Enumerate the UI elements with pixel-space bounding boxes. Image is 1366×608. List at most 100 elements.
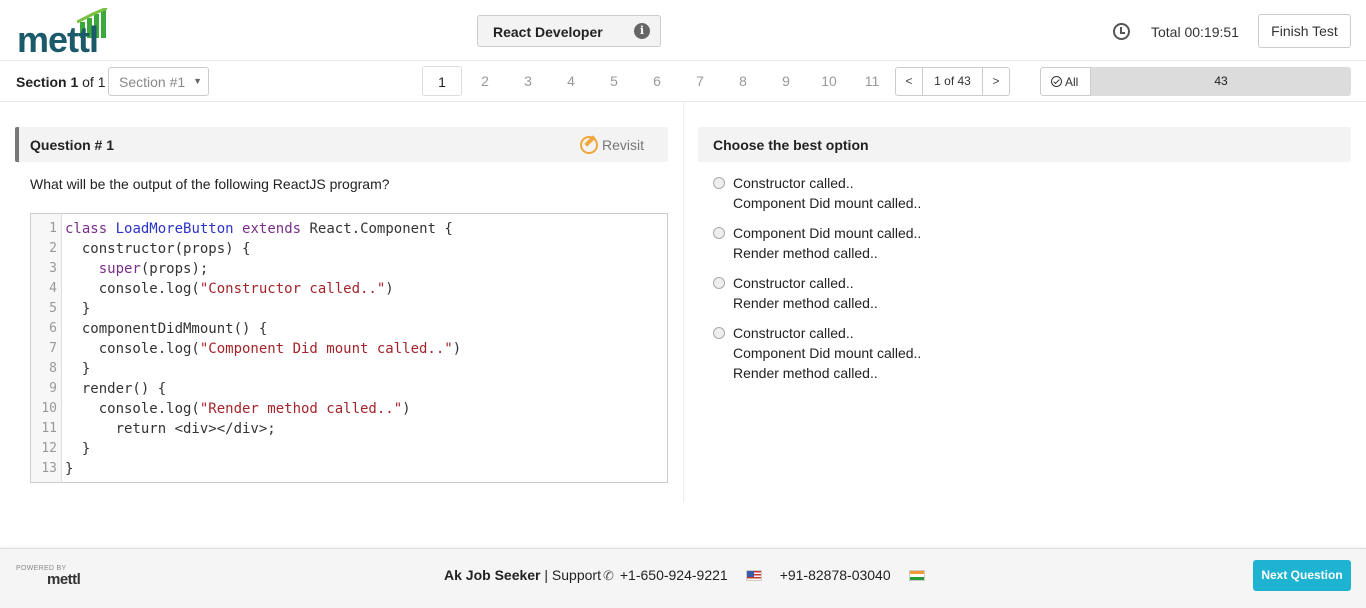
code-line-text: return <div></div>; bbox=[65, 421, 276, 437]
code-line-number: 12 bbox=[41, 441, 57, 456]
question-navbar: Section 1 of 1 Section #1 ▼ 1 2 3 4 5 6 7 8 9 10 1… bbox=[0, 61, 1366, 102]
footer-info: Ak Job Seeker | Support ✆ +1-650-924-9221 +… bbox=[444, 567, 943, 584]
option-line: Constructor called.. bbox=[733, 275, 854, 291]
code-line-text: class LoadMoreButton extends React.Compo… bbox=[65, 221, 453, 237]
finish-test-button[interactable]: Finish Test bbox=[1258, 14, 1351, 48]
question-number-button[interactable]: 10 bbox=[809, 66, 849, 96]
option-line: Component Did mount called.. bbox=[733, 225, 922, 241]
question-count-bar: 43 bbox=[1091, 67, 1351, 96]
code-line-text: componentDidMmount() { bbox=[65, 321, 268, 337]
code-line-text: super(props); bbox=[98, 261, 209, 277]
filter-all-button[interactable]: All bbox=[1040, 67, 1091, 96]
check-circle-icon bbox=[1051, 76, 1062, 87]
revisit-button[interactable]: Revisit bbox=[579, 136, 644, 154]
section-dropdown[interactable]: Section #1 ▼ bbox=[108, 67, 209, 96]
question-header: Question # 1 Revisit bbox=[15, 127, 668, 162]
code-line-text: console.log("Component Did mount called.… bbox=[65, 341, 462, 357]
footer: POWERED BY mettl Ak Job Seeker | Support… bbox=[0, 548, 1366, 608]
clock-icon bbox=[1113, 23, 1130, 40]
test-title-box: React Developer i bbox=[477, 15, 661, 47]
code-line-text: console.log("Render method called..") bbox=[65, 401, 411, 417]
question-text: What will be the output of the following… bbox=[30, 176, 390, 192]
code-line-number: 10 bbox=[41, 401, 57, 416]
option-radio[interactable] bbox=[713, 177, 725, 189]
code-block: 1 class LoadMoreButton extends React.Comp… bbox=[30, 213, 668, 483]
section-current: Section 1 bbox=[16, 74, 79, 90]
code-line-number: 2 bbox=[49, 241, 57, 256]
pager-prev-button[interactable]: < bbox=[896, 68, 923, 95]
revisit-icon bbox=[579, 136, 598, 154]
question-title: Question # 1 bbox=[30, 137, 115, 153]
next-question-button[interactable]: Next Question bbox=[1253, 560, 1351, 591]
info-icon[interactable]: i bbox=[634, 23, 650, 39]
question-number-button[interactable]: 2 bbox=[465, 66, 505, 96]
chevron-down-icon: ▼ bbox=[193, 76, 202, 86]
code-line-number: 7 bbox=[49, 341, 57, 356]
india-flag-icon bbox=[908, 570, 925, 581]
pager-info: 1 of 43 bbox=[934, 74, 971, 88]
question-number-button[interactable]: 5 bbox=[594, 66, 634, 96]
timer-label: Total 00:19:51 bbox=[1151, 24, 1239, 40]
option-line: Constructor called.. bbox=[733, 175, 854, 191]
code-line-number: 3 bbox=[49, 261, 57, 276]
revisit-label: Revisit bbox=[601, 137, 644, 153]
question-pager: < 1 of 43 > bbox=[895, 67, 1010, 96]
question-number-button[interactable]: 6 bbox=[637, 66, 677, 96]
option-line: Render method called.. bbox=[733, 245, 878, 261]
mettl-logo: mettl bbox=[17, 8, 117, 60]
filter-all-label: All bbox=[1065, 75, 1079, 89]
code-line-number: 1 bbox=[49, 221, 57, 236]
test-title: React Developer bbox=[493, 24, 603, 40]
panel-divider bbox=[683, 102, 684, 502]
phone-in: +91-82878-03040 bbox=[779, 567, 891, 583]
pager-next-button[interactable]: > bbox=[982, 68, 1009, 95]
option-text: Component Did mount called.. Render metho… bbox=[733, 223, 921, 263]
code-line-text: } bbox=[65, 361, 91, 377]
section-label: Section 1 of 1 bbox=[16, 74, 106, 90]
code-line-text: constructor(props) { bbox=[65, 241, 251, 257]
question-number-button[interactable]: 11 bbox=[852, 66, 892, 96]
option-radio[interactable] bbox=[713, 277, 725, 289]
phone-icon: ✆ bbox=[602, 568, 614, 583]
code-line-number: 6 bbox=[49, 321, 57, 336]
code-line-text: console.log("Constructor called..") bbox=[65, 281, 394, 297]
question-number-button[interactable]: 7 bbox=[680, 66, 720, 96]
options-header-label: Choose the best option bbox=[713, 137, 869, 153]
support-label: Support bbox=[551, 567, 601, 583]
code-line-text: } bbox=[65, 461, 74, 477]
phone-us: +1-650-924-9221 bbox=[619, 567, 728, 583]
question-number-button[interactable]: 1 bbox=[422, 66, 462, 96]
option-line: Render method called.. bbox=[733, 365, 878, 381]
user-name: Ak Job Seeker bbox=[444, 567, 541, 583]
option-radio[interactable] bbox=[713, 227, 725, 239]
code-line-number: 13 bbox=[41, 461, 57, 476]
code-line-number: 9 bbox=[49, 381, 57, 396]
option-line: Component Did mount called.. bbox=[733, 195, 922, 211]
logo-text: mettl bbox=[17, 19, 99, 60]
option-line: Render method called.. bbox=[733, 295, 878, 311]
option-line: Constructor called.. bbox=[733, 325, 854, 341]
us-flag-icon bbox=[745, 570, 762, 581]
code-line-number: 5 bbox=[49, 301, 57, 316]
powered-by-logo: mettl bbox=[47, 571, 81, 588]
option-text: Constructor called.. Component Did mount … bbox=[733, 323, 921, 383]
section-total: of 1 bbox=[78, 74, 106, 90]
option-radio[interactable] bbox=[713, 327, 725, 339]
code-line-text: } bbox=[65, 441, 91, 457]
code-line-number: 11 bbox=[41, 421, 57, 436]
options-header: Choose the best option bbox=[698, 127, 1351, 162]
code-line-number: 4 bbox=[49, 281, 57, 296]
code-line-number: 8 bbox=[49, 361, 57, 376]
top-header: mettl React Developer i Total 00:19:51 F… bbox=[0, 0, 1366, 61]
question-number-button[interactable]: 3 bbox=[508, 66, 548, 96]
question-number-button[interactable]: 9 bbox=[766, 66, 806, 96]
option-line: Component Did mount called.. bbox=[733, 345, 922, 361]
option-text: Constructor called.. Render method called… bbox=[733, 273, 878, 313]
code-line-text: render() { bbox=[65, 381, 167, 397]
section-dropdown-value: Section #1 bbox=[119, 74, 186, 90]
question-number-button[interactable]: 4 bbox=[551, 66, 591, 96]
code-line-text: } bbox=[65, 301, 91, 317]
option-text: Constructor called.. Component Did mount … bbox=[733, 173, 921, 213]
footer-separator: | bbox=[540, 567, 552, 583]
question-number-button[interactable]: 8 bbox=[723, 66, 763, 96]
